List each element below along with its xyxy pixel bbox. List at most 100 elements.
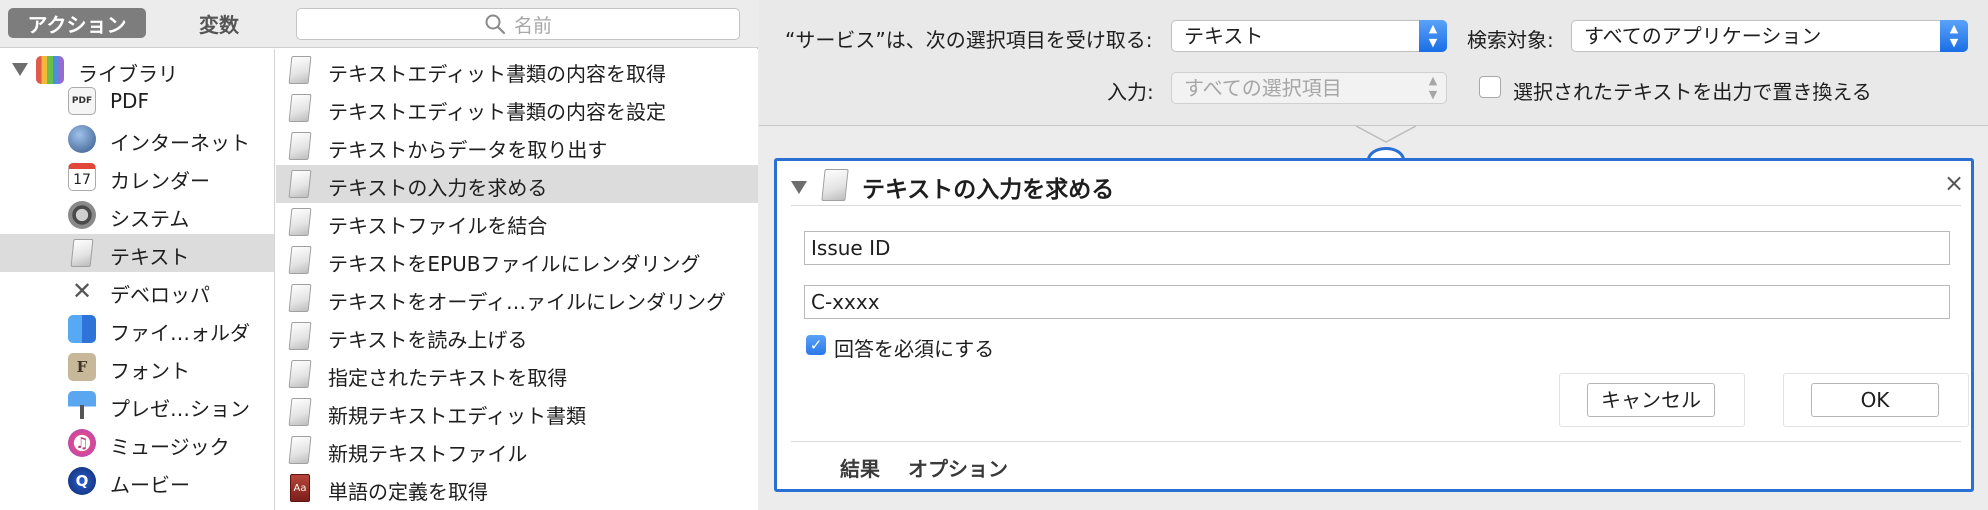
library-item-pdf[interactable]: PDF PDF [0, 82, 274, 120]
library-item-label: ファイ…ォルダ [110, 321, 250, 345]
action-item[interactable]: 新規テキストエディット書類 [276, 393, 758, 431]
text-document-icon [288, 398, 312, 426]
action-label: テキストからデータを取り出す [328, 138, 608, 162]
question-field[interactable]: Issue ID [804, 231, 1950, 265]
library-item-label: ムービー [110, 473, 190, 497]
library-item-system[interactable]: システム [0, 196, 274, 234]
search-target-value: すべてのアプリケーション [1584, 24, 1822, 48]
action-label: テキストをEPUBファイルにレンダリング [328, 252, 701, 276]
text-document-icon [288, 284, 312, 312]
library-item-developer[interactable]: ✕ デベロッパ [0, 272, 274, 310]
actions-tab[interactable]: アクション [8, 8, 146, 38]
text-document-icon [288, 208, 312, 236]
pdf-icon: PDF [68, 87, 96, 115]
library-item-label: フォント [110, 359, 190, 383]
text-document-icon [288, 246, 312, 274]
required-answer-checkbox[interactable]: ✓ [806, 335, 826, 355]
text-document-icon [288, 56, 312, 84]
receives-popup[interactable]: テキスト ▲ ▼ [1171, 20, 1447, 52]
search-target-label: 検索対象: [1467, 28, 1554, 52]
search-input[interactable]: 名前 [296, 8, 740, 40]
library-item-label: プレゼ…ション [110, 397, 250, 421]
action-item[interactable]: 指定されたテキストを取得 [276, 355, 758, 393]
popup-stepper-icon: ▲ ▼ [1419, 20, 1447, 52]
action-label: 単語の定義を取得 [328, 480, 488, 504]
receives-value: テキスト [1184, 24, 1264, 48]
disclosure-triangle-icon[interactable] [12, 63, 28, 76]
library-item-files-folders[interactable]: ファイ…ォルダ [0, 310, 274, 348]
action-item-selected[interactable]: テキストの入力を求める [276, 165, 758, 203]
library-item-music[interactable]: ♫ ミュージック [0, 424, 274, 462]
replace-output-checkbox[interactable] [1479, 76, 1501, 98]
action-item[interactable]: テキストをEPUBファイルにレンダリング [276, 241, 758, 279]
library-item-label: システム [110, 207, 190, 231]
library-item-label: PDF [110, 89, 149, 113]
library-item-movies[interactable]: Q ムービー [0, 462, 274, 500]
text-document-icon [288, 94, 312, 122]
action-label: テキストをオーディ…ァイルにレンダリング [328, 290, 726, 314]
action-item[interactable]: テキストを読み上げる [276, 317, 758, 355]
library-item-internet[interactable]: インターネット [0, 120, 274, 158]
action-item[interactable]: テキストからデータを取り出す [276, 127, 758, 165]
action-item[interactable]: テキストエディット書類の内容を取得 [276, 51, 758, 89]
divider [791, 205, 1961, 206]
keynote-icon [68, 391, 96, 419]
options-tab[interactable]: オプション [908, 453, 1008, 482]
action-list: テキストエディット書類の内容を取得 テキストエディット書類の内容を設定 テキスト… [276, 49, 758, 510]
close-icon[interactable]: × [1944, 169, 1964, 197]
library-item-label: テキスト [110, 245, 190, 269]
globe-icon [68, 125, 96, 153]
ask-for-text-action-card: テキストの入力を求める × Issue ID C-xxxx ✓ 回答を必須にする… [774, 158, 1974, 492]
calendar-icon: 17 [68, 163, 96, 191]
text-document-icon [288, 322, 312, 350]
library-item-fonts[interactable]: F フォント [0, 348, 274, 386]
action-label: テキストの入力を求める [328, 176, 548, 200]
text-document-icon [288, 170, 312, 198]
workflow-pane: “サービス”は、次の選択項目を受け取る: テキスト ▲ ▼ 検索対象: すべてのア… [759, 0, 1988, 510]
service-settings-header: “サービス”は、次の選択項目を受け取る: テキスト ▲ ▼ 検索対象: すべてのア… [759, 0, 1988, 126]
ok-button[interactable]: OK [1811, 383, 1939, 417]
finder-icon [68, 315, 96, 343]
action-item[interactable]: テキストをオーディ…ァイルにレンダリング [276, 279, 758, 317]
library-item-presentations[interactable]: プレゼ…ション [0, 386, 274, 424]
variables-tab[interactable]: 変数 [156, 8, 282, 38]
search-target-popup[interactable]: すべてのアプリケーション ▲ ▼ [1571, 20, 1968, 52]
action-item[interactable]: Aa 単語の定義を取得 [276, 469, 758, 507]
input-value: すべての選択項目 [1184, 76, 1342, 100]
dictionary-icon: Aa [290, 474, 310, 502]
action-item[interactable]: 新規テキストファイル [276, 431, 758, 469]
divider [791, 441, 1961, 442]
text-document-icon [821, 169, 849, 201]
collapse-triangle-icon[interactable] [791, 181, 807, 194]
text-document-icon [288, 436, 312, 464]
font-icon: F [68, 353, 96, 381]
search-icon [485, 14, 506, 35]
action-item[interactable]: テキストファイルを結合 [276, 203, 758, 241]
popup-stepper-icon: ▲ ▼ [1940, 20, 1968, 52]
library-category-list: ライブラリ PDF PDF インターネット 17 カレンダー システム テキスト… [0, 49, 275, 510]
results-tab[interactable]: 結果 [840, 453, 880, 482]
library-item-text[interactable]: テキスト [0, 234, 274, 272]
replace-output-label: 選択されたテキストを出力で置き換える [1513, 80, 1872, 104]
library-icon [36, 56, 64, 84]
text-document-icon [288, 132, 312, 160]
input-label: 入力: [1107, 80, 1154, 104]
library-item-label: デベロッパ [110, 283, 210, 307]
developer-icon: ✕ [71, 277, 93, 305]
library-item-label: ミュージック [110, 435, 230, 459]
library-toolbar: アクション 変数 名前 [0, 0, 758, 48]
library-item-label: インターネット [110, 131, 250, 155]
library-item-calendar[interactable]: 17 カレンダー [0, 158, 274, 196]
action-connector-notch [1356, 126, 1416, 162]
music-icon: ♫ [68, 429, 96, 457]
text-icon [70, 239, 94, 267]
action-item[interactable]: テキストエディット書類の内容を設定 [276, 89, 758, 127]
cancel-button[interactable]: キャンセル [1587, 383, 1715, 417]
action-label: 指定されたテキストを取得 [328, 366, 568, 390]
action-label: テキストファイルを結合 [328, 214, 548, 238]
action-label: テキストエディット書類の内容を取得 [328, 62, 666, 86]
input-popup[interactable]: すべての選択項目 ▲ ▼ [1171, 72, 1447, 104]
action-label: テキストを読み上げる [328, 328, 528, 352]
action-title: テキストの入力を求める [862, 177, 1115, 203]
default-answer-field[interactable]: C-xxxx [804, 285, 1950, 319]
